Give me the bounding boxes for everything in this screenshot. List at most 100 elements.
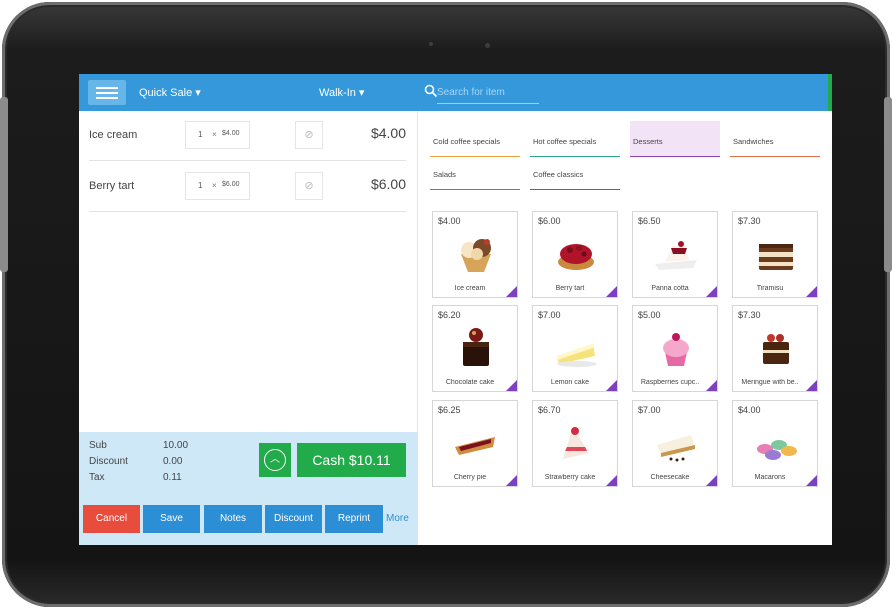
side-button-right [884, 97, 892, 272]
category-tab[interactable]: Coffee classics [530, 160, 620, 190]
category-tab[interactable]: Hot coffee specials [530, 127, 620, 157]
product-tile[interactable]: $6.25 Cherry pie [432, 400, 518, 487]
product-name: Ice cream [454, 285, 486, 292]
chocolate-cake-image [463, 328, 489, 366]
corner-marker [806, 475, 817, 486]
menu-icon[interactable] [88, 80, 126, 105]
raspberry-cupcake-image [663, 333, 689, 366]
customer-dropdown[interactable]: Walk-In ▾ [319, 86, 364, 99]
product-price: $6.50 [638, 216, 661, 226]
tax-value: 0.11 [163, 472, 182, 483]
strawberry-cake-image [563, 427, 589, 459]
catalog-panel: Cold coffee specials Hot coffee specials… [418, 74, 832, 545]
notes-button[interactable]: Notes [204, 505, 262, 533]
subtotal-value: 10.00 [163, 440, 189, 451]
sale-type-dropdown[interactable]: Quick Sale ▾ [139, 86, 201, 99]
lemon-cake-image [557, 344, 597, 367]
unit-price: $4.00 [222, 130, 240, 137]
product-price: $4.00 [738, 405, 761, 415]
category-tab[interactable]: Salads [430, 160, 520, 190]
cancel-button[interactable]: Cancel [83, 505, 140, 533]
order-panel: Quick Sale ▾ Walk-In ▾ Ice cream 1 × $4.… [79, 74, 418, 545]
subtotal-label: Sub [89, 440, 107, 451]
product-name: Tiramisu [756, 285, 784, 292]
order-line[interactable]: Berry tart 1 × $6.00 ⊘ $6.00 [89, 162, 406, 212]
discount-button[interactable]: Discount [265, 505, 322, 533]
corner-marker [506, 380, 517, 391]
line-total: $6.00 [370, 176, 406, 192]
category-tab-selected[interactable]: Desserts [630, 121, 720, 157]
category-tab[interactable]: Cold coffee specials [430, 127, 520, 157]
quantity-field[interactable]: 1 × $4.00 [185, 121, 250, 149]
product-tile[interactable]: $7.30 Meringue with be.. [732, 305, 818, 392]
macarons-image [757, 440, 797, 460]
product-name: Raspberries cupc.. [640, 379, 700, 386]
product-tile[interactable]: $7.30 Tiramisu [732, 211, 818, 298]
payment-options-button[interactable]: ︿ [259, 443, 291, 477]
side-button-left [0, 97, 8, 272]
category-underline [630, 155, 720, 157]
catalog-topbar [418, 74, 832, 111]
corner-marker [806, 380, 817, 391]
order-summary: Sub 10.00 Discount 0.00 Tax 0.11 ︿ Cash … [79, 432, 418, 545]
reprint-button[interactable]: Reprint [325, 505, 383, 533]
corner-marker [606, 475, 617, 486]
product-price: $5.00 [638, 310, 661, 320]
product-name: Panna cotta [651, 285, 689, 292]
discount-label: Discount [89, 456, 128, 467]
category-underline [530, 155, 620, 157]
more-button[interactable]: More [386, 505, 409, 533]
product-name: Chocolate cake [445, 379, 495, 386]
quantity-field[interactable]: 1 × $6.00 [185, 172, 250, 200]
category-underline [430, 188, 520, 190]
corner-marker [606, 380, 617, 391]
save-button[interactable]: Save [143, 505, 200, 533]
quantity-value: 1 [198, 181, 203, 190]
discount-value: 0.00 [163, 456, 183, 467]
product-tile[interactable]: $5.00 Raspberries cupc.. [632, 305, 718, 392]
search-input[interactable] [437, 82, 539, 104]
product-name: Lemon cake [550, 379, 590, 386]
product-name: Berry tart [555, 285, 585, 292]
order-item-name: Ice cream [89, 129, 138, 141]
product-tile[interactable]: $7.00 Cheesecake [632, 400, 718, 487]
sensor-dot [429, 42, 433, 46]
ice-cream-image [461, 239, 491, 272]
product-tile[interactable]: $6.00 Berry tart [532, 211, 618, 298]
product-price: $7.00 [538, 310, 561, 320]
category-tab[interactable]: Sandwiches [730, 127, 820, 157]
product-tile[interactable]: $6.20 Chocolate cake [432, 305, 518, 392]
product-price: $6.20 [438, 310, 461, 320]
tag-icon[interactable]: ⊘ [295, 172, 323, 200]
tiramisu-image [759, 244, 793, 270]
tax-label: Tax [89, 472, 105, 483]
chevron-up-icon: ︿ [264, 449, 286, 471]
product-name: Meringue with be.. [741, 379, 799, 386]
product-price: $7.30 [738, 310, 761, 320]
meringue-cake-image [763, 334, 789, 364]
corner-marker [606, 286, 617, 297]
cherry-pie-image [455, 437, 495, 455]
product-name: Macarons [754, 474, 786, 481]
category-underline [530, 188, 620, 190]
cash-pay-button[interactable]: Cash $10.11 [297, 443, 406, 477]
order-line[interactable]: Ice cream 1 × $4.00 ⊘ $4.00 [89, 111, 406, 161]
product-tile[interactable]: $4.00 Ice cream [432, 211, 518, 298]
product-tile[interactable]: $6.50 Panna cotta [632, 211, 718, 298]
product-tile[interactable]: $6.70 Strawberry cake [532, 400, 618, 487]
product-tile[interactable]: $7.00 Lemon cake [532, 305, 618, 392]
category-label: Sandwiches [733, 137, 774, 146]
front-camera [485, 43, 490, 48]
category-label: Coffee classics [533, 170, 584, 179]
product-price: $4.00 [438, 216, 461, 226]
product-tile[interactable]: $4.00 Macarons [732, 400, 818, 487]
tag-icon[interactable]: ⊘ [295, 121, 323, 149]
product-price: $6.00 [538, 216, 561, 226]
order-topbar: Quick Sale ▾ Walk-In ▾ [79, 74, 418, 111]
times-sign: × [212, 181, 217, 190]
status-strip [828, 74, 832, 111]
quantity-value: 1 [198, 130, 203, 139]
category-label: Desserts [633, 137, 663, 146]
corner-marker [506, 475, 517, 486]
category-underline [730, 155, 820, 157]
